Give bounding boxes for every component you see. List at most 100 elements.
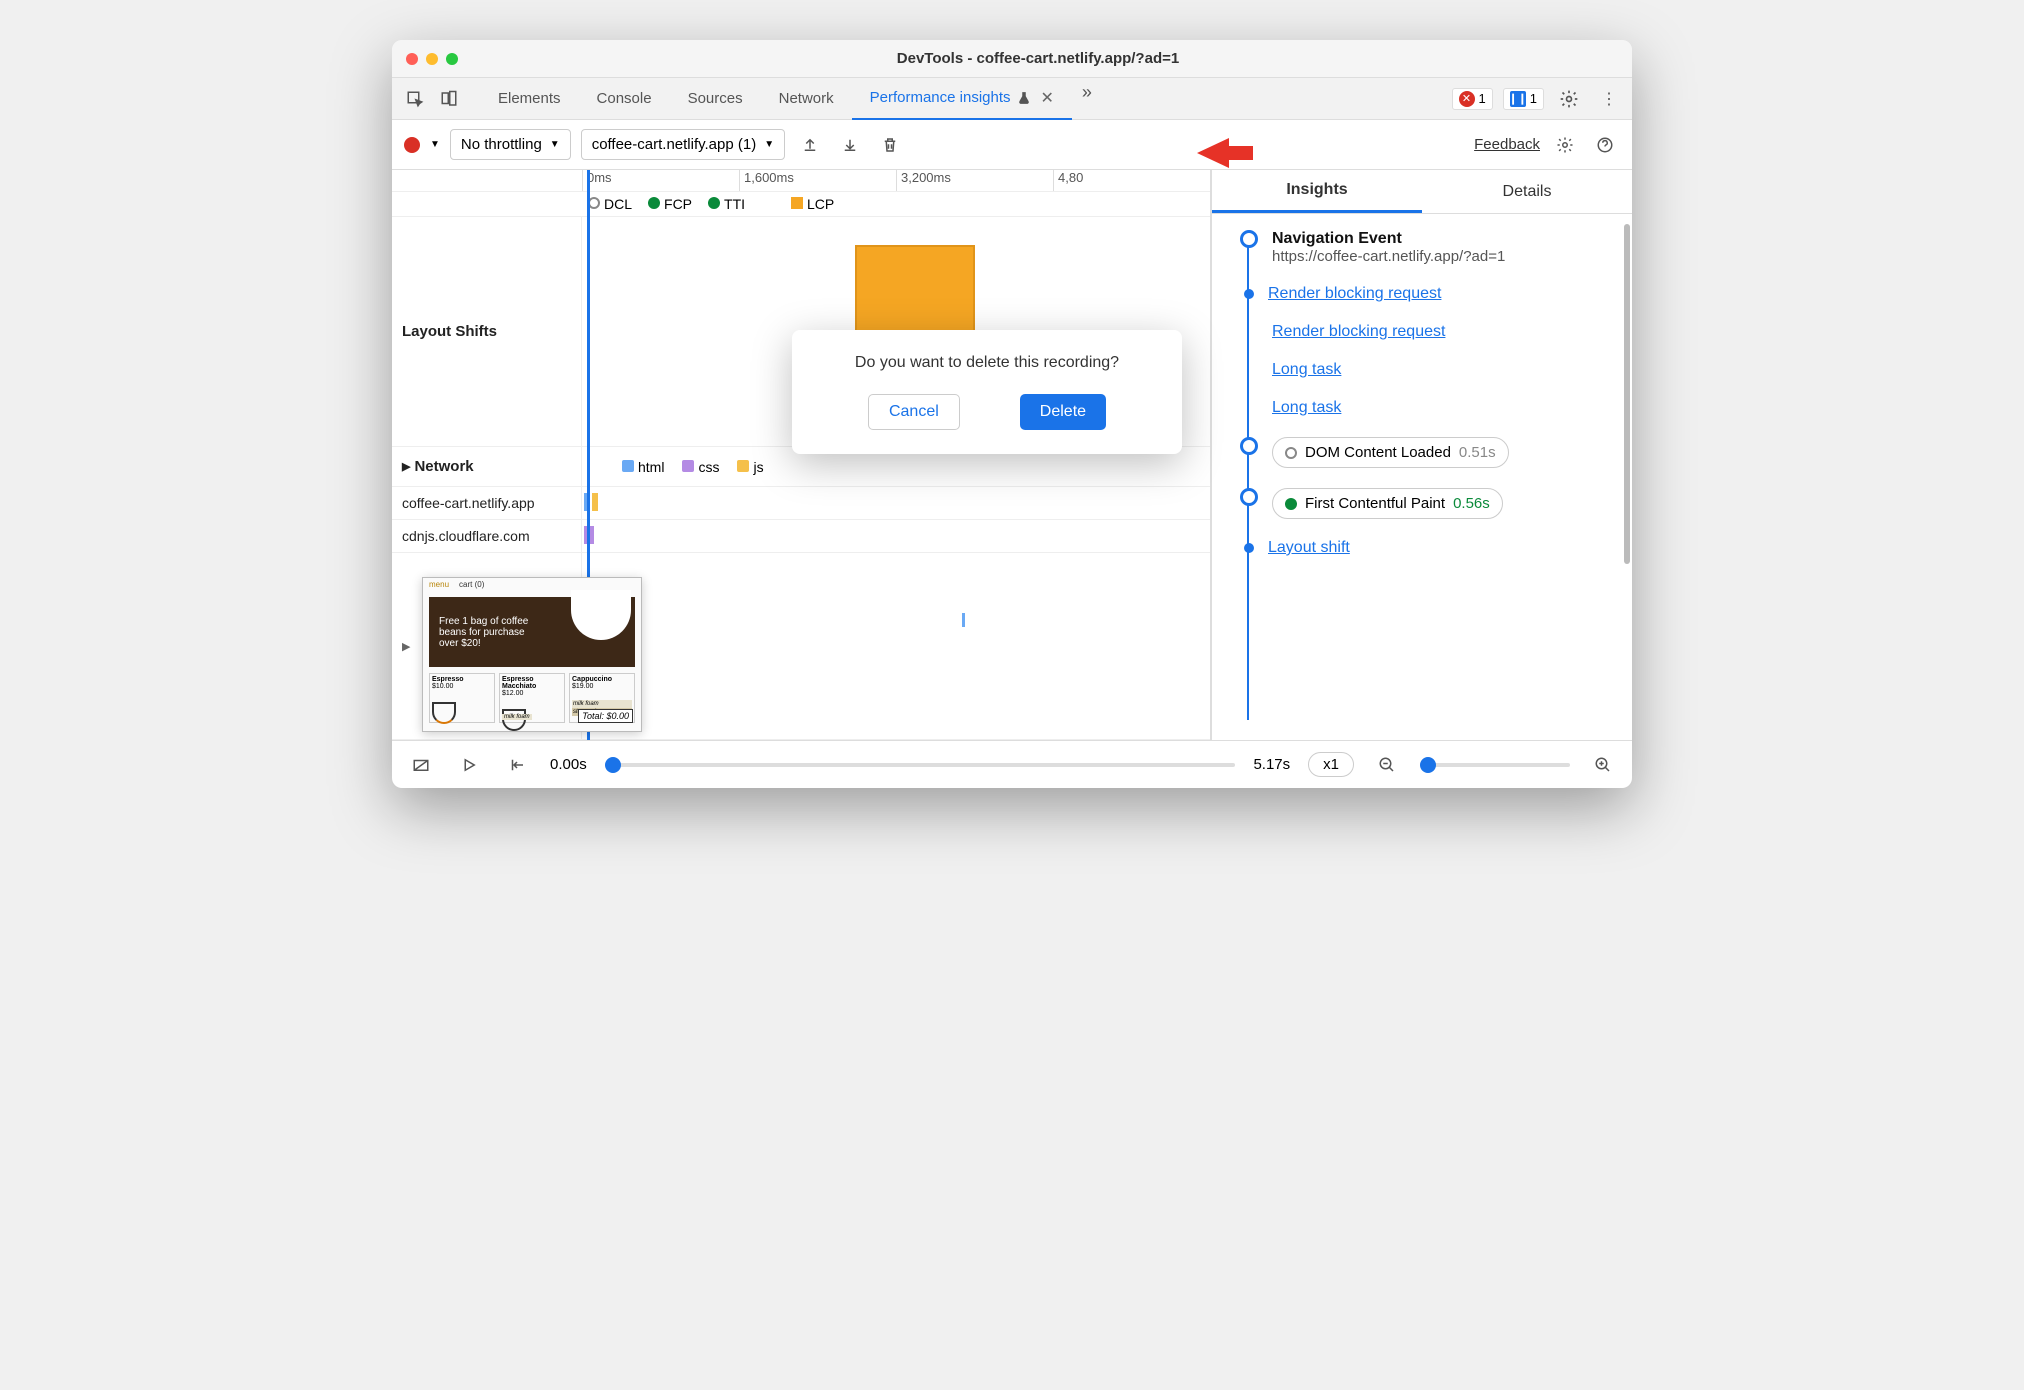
zoom-thumb[interactable] (1420, 757, 1436, 773)
net-bar[interactable] (584, 493, 590, 511)
thumb-nav: cart (0) (459, 580, 484, 589)
tab-sources[interactable]: Sources (670, 78, 761, 120)
error-badge[interactable]: ✕ 1 (1452, 88, 1493, 110)
close-window-button[interactable] (406, 53, 418, 65)
legend-dcl: DCL (588, 196, 632, 212)
more-tabs-icon[interactable]: » (1072, 78, 1102, 108)
insight-link-item[interactable]: Render blocking request (1240, 323, 1616, 341)
scrollbar[interactable] (1624, 224, 1630, 564)
metric-time: 0.51s (1459, 444, 1496, 461)
panel-settings-icon[interactable] (1550, 130, 1580, 160)
thumb-total: Total: $0.00 (578, 709, 633, 723)
device-toolbar-icon[interactable] (434, 84, 464, 114)
throttling-dropdown[interactable]: No throttling ▼ (450, 129, 571, 160)
ruler-tick: 3,200ms (896, 170, 1053, 191)
delete-icon[interactable] (875, 130, 905, 160)
inspect-element-icon[interactable] (400, 84, 430, 114)
render-blocking-link[interactable]: Render blocking request (1272, 323, 1445, 341)
ruler-tick: 1,600ms (739, 170, 896, 191)
playback-slider[interactable] (605, 763, 1236, 767)
insight-url: https://coffee-cart.netlify.app/?ad=1 (1272, 248, 1616, 265)
insight-metric-fcp[interactable]: First Contentful Paint 0.56s (1240, 488, 1616, 519)
settings-icon[interactable] (1554, 84, 1584, 114)
status-badges: ✕ 1 ❙❙ 1 ⋮ (1452, 84, 1624, 114)
screenshot-thumbnail[interactable]: menu cart (0) Free 1 bag of coffee beans… (422, 577, 642, 732)
net-bar-small[interactable] (962, 613, 965, 627)
cancel-button[interactable]: Cancel (868, 394, 960, 430)
minimize-window-button[interactable] (426, 53, 438, 65)
insight-navigation[interactable]: Navigation Event https://coffee-cart.net… (1240, 230, 1616, 265)
track-label[interactable]: ▶ Network (392, 447, 582, 486)
recording-dropdown[interactable]: coffee-cart.netlify.app (1) ▼ (581, 129, 785, 160)
slider-thumb[interactable] (605, 757, 621, 773)
insights-list[interactable]: Navigation Event https://coffee-cart.net… (1212, 214, 1632, 740)
kebab-menu-icon[interactable]: ⋮ (1594, 84, 1624, 114)
network-host-row: cdnjs.cloudflare.com (392, 520, 1210, 553)
delete-confirmation-dialog: Do you want to delete this recording? Ca… (792, 330, 1182, 454)
tab-performance-insights[interactable]: Performance insights ✕ (852, 78, 1072, 120)
player-start-time: 0.00s (550, 756, 587, 773)
help-icon[interactable] (1590, 130, 1620, 160)
legend-css: css (682, 459, 719, 475)
metrics-legend: DCL FCP TTI LCP (392, 192, 1210, 217)
dcl-dot-icon (1285, 447, 1297, 459)
timeline-rail (1247, 244, 1249, 720)
info-badge[interactable]: ❙❙ 1 (1503, 88, 1544, 110)
thumb-product: Espresso $10.00 (429, 673, 495, 723)
thumb-banner: Free 1 bag of coffee beans for purchase … (429, 597, 635, 667)
insight-link-item[interactable]: Layout shift (1240, 539, 1616, 557)
net-bar[interactable] (592, 493, 598, 511)
lcp-block[interactable] (855, 245, 975, 335)
host-content[interactable] (582, 520, 1210, 552)
tab-network[interactable]: Network (761, 78, 852, 120)
arrow-annotation (1195, 130, 1255, 181)
download-icon[interactable] (835, 130, 865, 160)
zoom-slider[interactable] (1420, 763, 1570, 767)
toggle-screenshot-icon[interactable] (406, 750, 436, 780)
render-blocking-link[interactable]: Render blocking request (1268, 285, 1441, 303)
insight-metric-dcl[interactable]: DOM Content Loaded 0.51s (1240, 437, 1616, 468)
net-bar[interactable] (584, 526, 594, 544)
main-area: 0ms 1,600ms 3,200ms 4,80 DCL FCP TTI LCP… (392, 170, 1632, 740)
play-icon[interactable] (454, 750, 484, 780)
ruler-tick: 4,80 (1053, 170, 1210, 191)
close-tab-icon[interactable]: ✕ (1041, 88, 1054, 108)
layout-shift-link[interactable]: Layout shift (1268, 539, 1350, 557)
long-task-link[interactable]: Long task (1272, 361, 1341, 379)
host-content[interactable] (582, 487, 1210, 519)
host-label: coffee-cart.netlify.app (392, 487, 582, 519)
long-task-link[interactable]: Long task (1272, 399, 1341, 417)
maximize-window-button[interactable] (446, 53, 458, 65)
insight-title: Navigation Event (1272, 230, 1616, 248)
playback-speed[interactable]: x1 (1308, 752, 1354, 777)
insight-link-item[interactable]: Long task (1240, 399, 1616, 417)
tab-label: Performance insights (870, 89, 1011, 106)
legend-js: js (737, 459, 763, 475)
tab-elements[interactable]: Elements (480, 78, 579, 120)
track-label: Layout Shifts (392, 217, 582, 446)
perf-toolbar: ▼ No throttling ▼ coffee-cart.netlify.ap… (392, 120, 1632, 170)
rewind-icon[interactable] (502, 750, 532, 780)
throttling-label: No throttling (461, 136, 542, 153)
feedback-link[interactable]: Feedback (1474, 136, 1540, 153)
track-content[interactable] (582, 553, 1210, 739)
insight-link-item[interactable]: Long task (1240, 361, 1616, 379)
record-options-caret[interactable]: ▼ (430, 139, 440, 150)
zoom-in-icon[interactable] (1588, 750, 1618, 780)
timeline-marker-small (1244, 289, 1254, 299)
metric-pill: First Contentful Paint 0.56s (1272, 488, 1503, 519)
insight-link-item[interactable]: Render blocking request (1240, 285, 1616, 303)
delete-button[interactable]: Delete (1020, 394, 1106, 430)
tab-console[interactable]: Console (579, 78, 670, 120)
upload-icon[interactable] (795, 130, 825, 160)
tab-details[interactable]: Details (1422, 170, 1632, 213)
window-title: DevTools - coffee-cart.netlify.app/?ad=1 (458, 50, 1618, 67)
zoom-out-icon[interactable] (1372, 750, 1402, 780)
record-button[interactable] (404, 137, 420, 153)
host-label: cdnjs.cloudflare.com (392, 520, 582, 552)
metric-time: 0.56s (1453, 495, 1490, 512)
panel-tabs: Elements Console Sources Network Perform… (480, 78, 1102, 120)
dialog-message: Do you want to delete this recording? (816, 354, 1158, 372)
thumb-product: Espresso Macchiato $12.00 milk foam (499, 673, 565, 723)
recording-label: coffee-cart.netlify.app (1) (592, 136, 757, 153)
